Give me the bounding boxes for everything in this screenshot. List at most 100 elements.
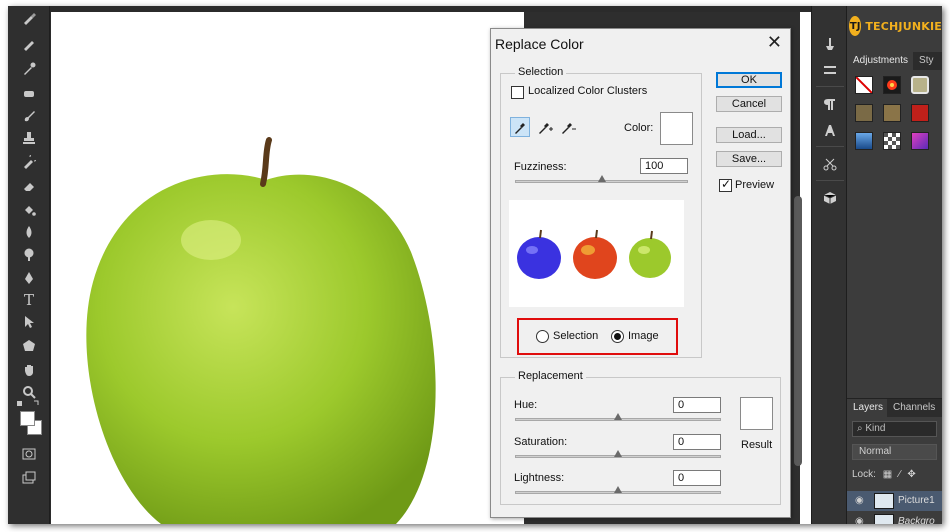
adj-checker-icon[interactable] xyxy=(883,132,901,150)
adj-bronze-icon[interactable] xyxy=(855,104,873,122)
result-color-swatch[interactable] xyxy=(740,397,773,430)
fuzziness-input[interactable]: 100 xyxy=(640,158,688,174)
fuzziness-slider-thumb[interactable] xyxy=(597,175,606,182)
layer-thumbnail xyxy=(874,514,894,524)
eyedropper-tool-icon[interactable] xyxy=(18,58,40,78)
selection-group-legend: Selection xyxy=(515,66,567,78)
foreground-background-colors[interactable] xyxy=(20,411,44,437)
highlight-annotation-box xyxy=(517,318,678,355)
red-apple xyxy=(573,229,617,279)
lock-position-icon[interactable]: ✥ xyxy=(907,469,915,480)
replacement-group-legend: Replacement xyxy=(515,370,586,382)
path-selection-tool-icon[interactable] xyxy=(18,312,40,332)
lock-brush-icon[interactable]: ∕ xyxy=(899,469,901,480)
canvas-vertical-scrollbar[interactable] xyxy=(794,196,802,466)
character-icon[interactable] xyxy=(820,120,840,140)
panel-dock-icons xyxy=(811,6,847,524)
spot-healing-tool-icon[interactable] xyxy=(18,84,40,104)
layers-panel: Layers Channels ⌕ Kind Normal Lock: ▦ ∕ … xyxy=(847,398,942,524)
adj-gold-icon[interactable] xyxy=(883,104,901,122)
screen-mode-icon[interactable] xyxy=(18,468,40,488)
quick-mask-icon[interactable] xyxy=(18,444,40,464)
layer-row[interactable]: ◉ Picture1 xyxy=(847,491,942,511)
brush-settings-icon[interactable] xyxy=(820,60,840,80)
close-icon[interactable]: ✕ xyxy=(767,33,782,51)
layers-tabs: Layers Channels xyxy=(847,399,942,417)
dodge-tool-icon[interactable] xyxy=(18,244,40,264)
dialog-title: Replace Color xyxy=(495,36,584,52)
blend-mode-select[interactable]: Normal xyxy=(852,444,937,460)
preview-label: Preview xyxy=(735,179,775,191)
adj-purple-icon[interactable] xyxy=(911,132,929,150)
tools-panel: T xyxy=(8,6,50,524)
logo-badge: TJ xyxy=(849,16,862,36)
adj-glow-icon[interactable] xyxy=(883,76,901,94)
adj-none-icon[interactable] xyxy=(855,76,873,94)
color-label: Color: xyxy=(624,122,654,134)
tab-channels[interactable]: Channels xyxy=(887,399,939,417)
shape-tool-icon[interactable] xyxy=(18,336,40,356)
eyedropper-plus-icon[interactable] xyxy=(535,117,555,137)
lightness-input[interactable]: 0 xyxy=(673,470,721,486)
tab-adjustments[interactable]: Adjustments xyxy=(847,52,914,70)
history-brush-tool-icon[interactable] xyxy=(18,152,40,172)
pen-brush-tool-icon[interactable] xyxy=(18,34,40,54)
eraser-tool-icon[interactable] xyxy=(18,176,40,196)
paragraph-icon[interactable] xyxy=(820,94,840,114)
brush-tool-2-icon[interactable] xyxy=(18,106,40,126)
save-button[interactable]: Save... xyxy=(716,151,782,167)
green-apple xyxy=(629,230,671,278)
ok-button[interactable]: OK xyxy=(716,72,782,88)
selection-group: Selection Localized Color Clusters Color… xyxy=(500,66,702,358)
visibility-eye-icon[interactable]: ◉ xyxy=(855,516,864,524)
localized-clusters-label: Localized Color Clusters xyxy=(528,85,648,97)
right-panels: TJ TECHJUNKIE Adjustments Sty Layers Cha… xyxy=(847,6,942,524)
hand-tool-icon[interactable] xyxy=(18,360,40,380)
tab-styles[interactable]: Sty xyxy=(913,52,938,70)
preview-checkbox[interactable] xyxy=(719,177,732,192)
lock-label: Lock: xyxy=(852,469,876,480)
lock-transparent-icon[interactable]: ▦ xyxy=(883,469,892,480)
selection-preview-image xyxy=(509,200,684,307)
photoshop-window: T TJ TECHJUNKIE Adjustments Sty Layers C… xyxy=(8,6,942,524)
cancel-button[interactable]: Cancel xyxy=(716,96,782,112)
pen-tool-icon[interactable] xyxy=(18,268,40,288)
foreground-color-swatch[interactable] xyxy=(20,411,35,426)
adj-red-icon[interactable] xyxy=(911,104,929,122)
fuzziness-label: Fuzziness: xyxy=(514,161,567,173)
result-label: Result xyxy=(741,439,773,451)
eyedropper-icon[interactable] xyxy=(510,117,530,137)
visibility-eye-icon[interactable]: ◉ xyxy=(855,495,864,506)
localized-clusters-checkbox[interactable] xyxy=(511,86,524,99)
brush-presets-icon[interactable] xyxy=(820,34,840,54)
layer-kind-filter[interactable]: ⌕ Kind xyxy=(852,421,937,437)
brush-tool-icon[interactable] xyxy=(18,8,40,28)
saturation-input[interactable]: 0 xyxy=(673,434,721,450)
swap-colors-icon[interactable] xyxy=(14,398,44,410)
adjustments-tabs: Adjustments Sty xyxy=(847,52,942,70)
layer-name: Picture1 xyxy=(898,495,935,506)
type-tool-icon[interactable]: T xyxy=(18,290,40,310)
kind-label: Kind xyxy=(865,423,886,434)
adj-blue-icon[interactable] xyxy=(855,132,873,150)
layer-name: Backgro xyxy=(898,516,935,524)
hue-slider-thumb[interactable] xyxy=(614,413,622,420)
hue-input[interactable]: 0 xyxy=(673,397,721,413)
tab-layers[interactable]: Layers xyxy=(847,399,888,417)
replacement-group: Replacement Hue: 0 Saturation: 0 Lightne… xyxy=(500,370,781,505)
adj-frame-icon[interactable] xyxy=(911,76,929,94)
clone-stamp-tool-icon[interactable] xyxy=(18,128,40,148)
techjunkie-logo: TJ TECHJUNKIE xyxy=(847,6,942,46)
selection-color-swatch[interactable] xyxy=(660,112,693,145)
tools-scissors-icon[interactable] xyxy=(820,154,840,174)
blur-tool-icon[interactable] xyxy=(18,222,40,242)
3d-cube-icon[interactable] xyxy=(820,188,840,208)
saturation-slider-thumb[interactable] xyxy=(614,450,622,457)
paint-bucket-tool-icon[interactable] xyxy=(18,200,40,220)
layer-row[interactable]: ◉ Backgro xyxy=(847,512,942,524)
eyedropper-minus-icon[interactable] xyxy=(558,117,578,137)
load-button[interactable]: Load... xyxy=(716,127,782,143)
search-icon: ⌕ xyxy=(857,423,863,434)
lightness-slider-thumb[interactable] xyxy=(614,486,622,493)
logo-text: TECHJUNKIE xyxy=(865,19,942,33)
